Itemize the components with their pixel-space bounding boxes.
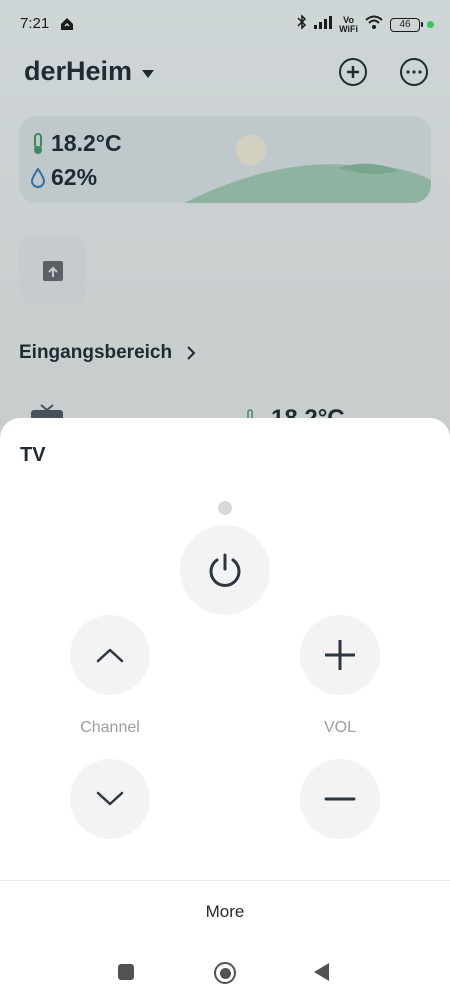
chevron-up-icon xyxy=(96,648,124,663)
more-button[interactable]: More xyxy=(175,902,275,926)
tv-remote-sheet: TV Channel VOL More xyxy=(0,418,450,1000)
home-selector[interactable]: derHeim xyxy=(24,56,155,87)
status-icons: Vo WiFi 46 xyxy=(297,14,434,35)
scene-shortcut-card[interactable] xyxy=(19,237,86,304)
plus-icon xyxy=(347,66,359,78)
bluetooth-icon xyxy=(297,14,307,35)
status-bar: 7:21 Vo WiFi 46 xyxy=(0,0,450,52)
status-indicator-dot xyxy=(218,501,232,515)
thermometer-icon xyxy=(34,132,42,154)
image-upload-icon xyxy=(42,260,63,281)
minus-icon xyxy=(324,797,356,801)
temperature-row: 18.2°C xyxy=(31,130,122,157)
room-name: Eingangsbereich xyxy=(19,342,173,363)
vowifi-icon: Vo WiFi xyxy=(339,15,358,34)
status-time: 7:21 xyxy=(20,15,50,32)
room-header[interactable]: Eingangsbereich xyxy=(19,342,196,364)
humidity-row: 62% xyxy=(31,164,97,191)
weather-card[interactable]: 18.2°C 62% xyxy=(19,116,431,203)
chevron-down-icon xyxy=(96,791,124,806)
sheet-title: TV xyxy=(20,444,46,466)
home-circle-icon[interactable] xyxy=(214,962,236,984)
caret-down-icon xyxy=(142,69,155,78)
power-icon xyxy=(209,553,241,587)
vol-label: VOL xyxy=(323,719,356,736)
humidity-value: 62% xyxy=(51,164,98,190)
temperature-value: 18.2°C xyxy=(51,130,122,156)
chevron-right-icon xyxy=(187,346,196,360)
volume-down-button[interactable] xyxy=(300,759,380,839)
more-options-button[interactable] xyxy=(400,58,428,86)
sheet-divider xyxy=(0,880,450,881)
privacy-dot-icon xyxy=(427,21,434,28)
system-nav-bar xyxy=(0,948,450,1000)
channel-up-button[interactable] xyxy=(70,615,150,695)
home-name: derHeim xyxy=(24,56,133,86)
signal-icon xyxy=(314,15,333,34)
droplet-icon xyxy=(31,167,45,188)
recents-square-icon[interactable] xyxy=(118,964,134,980)
wifi-icon xyxy=(365,15,383,34)
vowifi-bottom: WiFi xyxy=(339,23,358,34)
home-app-icon xyxy=(60,17,74,36)
channel-down-button[interactable] xyxy=(70,759,150,839)
battery-icon: 46 xyxy=(390,17,423,32)
add-button[interactable] xyxy=(339,58,367,86)
ellipsis-icon xyxy=(406,70,422,74)
volume-up-button[interactable] xyxy=(300,615,380,695)
channel-label: Channel xyxy=(80,719,140,736)
power-button[interactable] xyxy=(180,525,270,615)
back-triangle-icon[interactable] xyxy=(314,963,329,981)
plus-icon xyxy=(325,640,355,670)
